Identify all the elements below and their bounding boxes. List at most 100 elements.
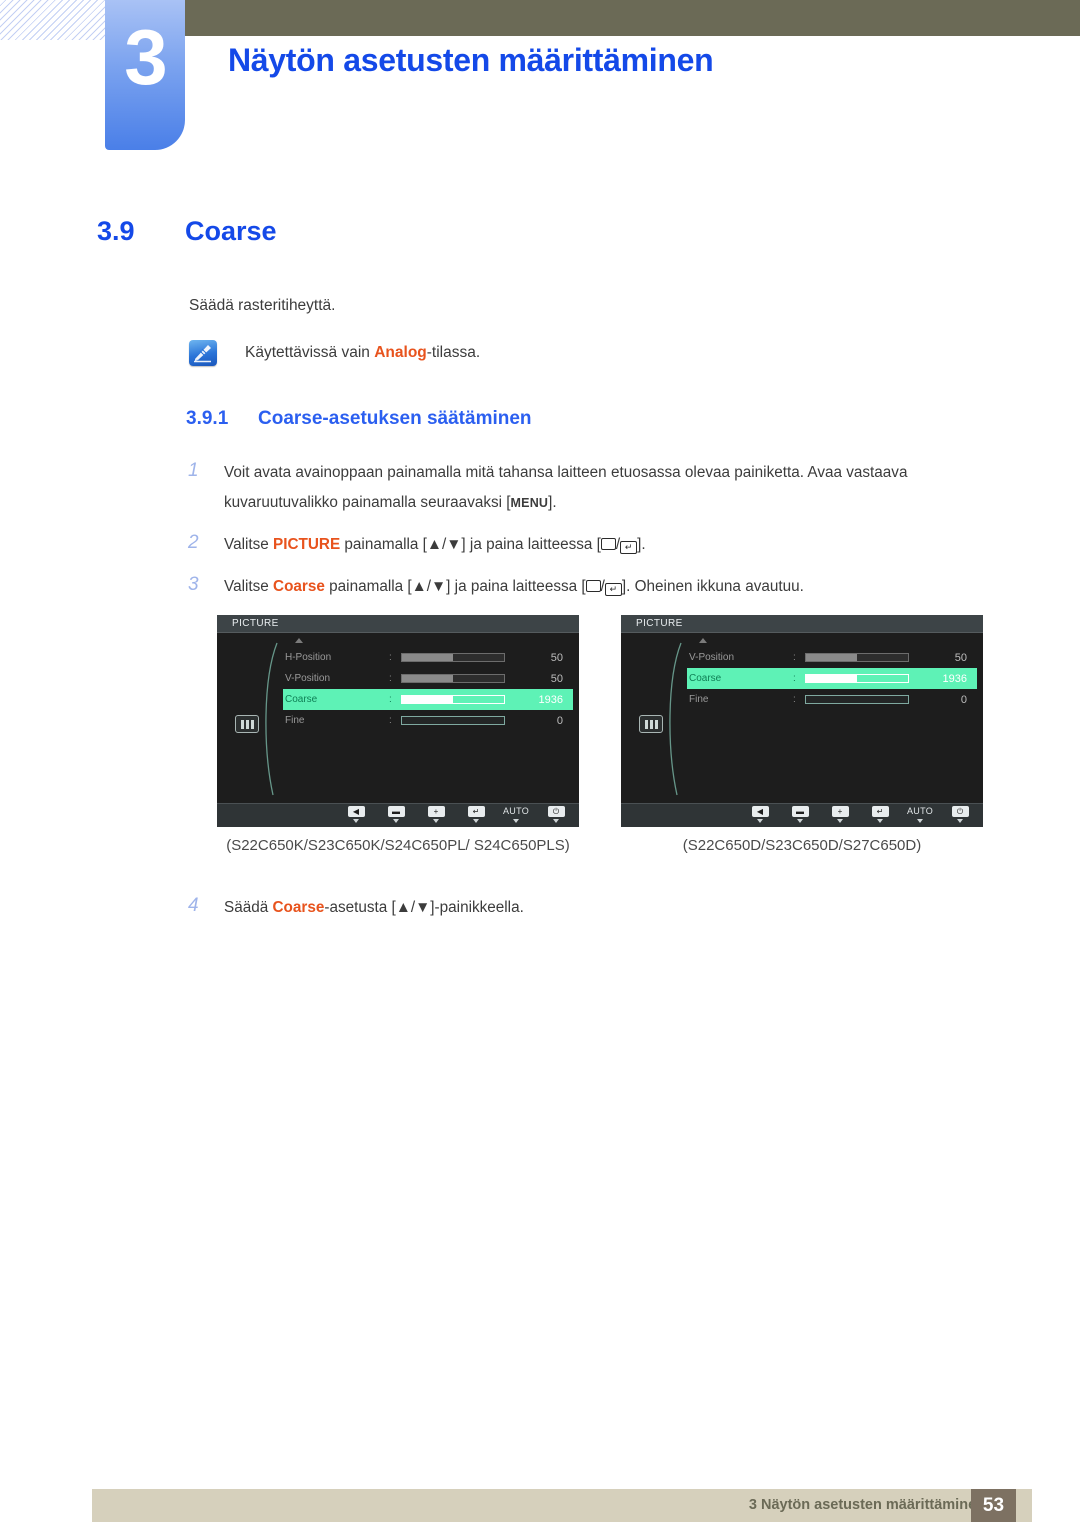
- osd-button-caret-icon: [473, 819, 479, 823]
- osd-rows-left: H-Position: 50 V-Position: 50 Coarse: 1936 Fin…: [283, 647, 573, 731]
- auto-button-icon: AUTO: [502, 806, 530, 816]
- osd-menu-item[interactable]: Coarse: 1936: [283, 689, 573, 710]
- osd-button-caret-icon: [433, 819, 439, 823]
- osd-auto-button[interactable]: AUTO: [503, 806, 529, 823]
- step-text-part4: ]. Oheinen ikkuna avautuu.: [621, 578, 804, 595]
- osd-button-bar-left: ◀ ▬ + ↵ AUTO ⏻: [217, 803, 579, 827]
- osd-panel-right: PICTURE V-Position: 50 Coarse: 1936 Fine: 0 ◀…: [621, 615, 983, 827]
- osd-slider[interactable]: [805, 674, 909, 683]
- osd-menu-item[interactable]: V-Position: 50: [283, 668, 573, 689]
- osd-auto-button[interactable]: AUTO: [907, 806, 933, 823]
- osd-title: PICTURE: [217, 615, 579, 633]
- step-text-part2: ].: [548, 494, 557, 511]
- step-highlight: Coarse: [273, 578, 325, 595]
- chapter-number: 3: [124, 13, 167, 101]
- subsection-title: Coarse-asetuksen säätäminen: [258, 408, 532, 429]
- osd-plus-button[interactable]: +: [423, 806, 449, 823]
- osd-item-colon: :: [793, 673, 796, 684]
- step-text-part1: Valitse: [224, 578, 274, 595]
- chapter-badge: 3: [105, 0, 185, 150]
- osd-menu-item[interactable]: Coarse: 1936: [687, 668, 977, 689]
- osd-item-colon: :: [389, 715, 392, 726]
- step-text-part2: -asetusta [▲/▼]-painikkeella.: [324, 899, 524, 916]
- osd-item-value: 0: [556, 714, 563, 727]
- osd-back-button[interactable]: ◀: [343, 806, 369, 823]
- picture-bars-icon: [235, 715, 259, 733]
- osd-menu-item[interactable]: Fine: 0: [283, 710, 573, 731]
- section-intro-text: Säädä rasteritiheyttä.: [189, 297, 336, 314]
- step-highlight: PICTURE: [273, 536, 341, 553]
- steps-list: 1 Voit avata avainoppaan painamalla mitä…: [188, 458, 1008, 614]
- osd-enter-button[interactable]: ↵: [463, 806, 489, 823]
- scroll-up-caret-icon: [699, 638, 707, 643]
- osd-caption-right: (S22C650D/S23C650D/S27C650D): [682, 837, 922, 854]
- osd-button-caret-icon: [553, 819, 559, 823]
- osd-item-value: 50: [954, 651, 967, 664]
- back-button-icon: ◀: [751, 806, 769, 817]
- osd-power-button[interactable]: ⏻: [543, 806, 569, 823]
- osd-button-caret-icon: [837, 819, 843, 823]
- step-number: 2: [188, 532, 199, 553]
- enter-button-icon: ↵: [467, 806, 485, 817]
- page-title: Näytön asetusten määrittäminen: [228, 42, 714, 78]
- minus-button-icon: ▬: [791, 806, 809, 817]
- step-text-part2: painamalla [▲/▼] ja paina laitteessa [: [324, 578, 586, 595]
- footer-chapter-label: 3 Näytön asetusten määrittäminen: [748, 1497, 985, 1513]
- osd-button-caret-icon: [957, 819, 963, 823]
- osd-caption-left: (S22C650K/S23C650K/S24C650PL/ S24C650PLS…: [226, 837, 570, 854]
- osd-item-value: 50: [550, 672, 563, 685]
- power-button-icon: ⏻: [547, 806, 565, 817]
- step-text-part1: Valitse: [224, 536, 274, 553]
- osd-enter-button[interactable]: ↵: [867, 806, 893, 823]
- power-button-icon: ⏻: [951, 806, 969, 817]
- osd-item-colon: :: [793, 652, 796, 663]
- enter-key-icon: ↵: [620, 541, 638, 554]
- subsection-heading: 3.9.1 Coarse-asetuksen säätäminen: [186, 408, 532, 430]
- osd-slider[interactable]: [401, 653, 505, 662]
- step-text-part1: Säädä: [224, 899, 273, 916]
- osd-slider-fill: [806, 654, 857, 661]
- step-text: Valitse PICTURE painamalla [▲/▼] ja pain…: [224, 530, 646, 560]
- header-olive-bar: [183, 0, 1080, 36]
- osd-slider[interactable]: [401, 695, 505, 704]
- picture-bars-icon: [639, 715, 663, 733]
- osd-slider[interactable]: [805, 653, 909, 662]
- plus-button-icon: +: [427, 806, 445, 817]
- osd-item-label: V-Position: [285, 673, 331, 684]
- note-text: Käytettävissä vain Analog-tilassa.: [245, 344, 480, 362]
- osd-slider[interactable]: [401, 716, 505, 725]
- osd-panel-left: PICTURE H-Position: 50 V-Position: 50 Coarse…: [217, 615, 579, 827]
- page-number: 53: [971, 1489, 1016, 1522]
- step-text-part1: Voit avata avainoppaan painamalla mitä t…: [224, 464, 908, 511]
- osd-plus-button[interactable]: +: [827, 806, 853, 823]
- osd-item-value: 1936: [538, 693, 563, 706]
- step-text: Valitse Coarse painamalla [▲/▼] ja paina…: [224, 572, 804, 602]
- osd-minus-button[interactable]: ▬: [787, 806, 813, 823]
- osd-button-caret-icon: [757, 819, 763, 823]
- osd-item-value: 0: [960, 693, 967, 706]
- note-text-before: Käytettävissä vain: [245, 344, 375, 361]
- osd-back-button[interactable]: ◀: [747, 806, 773, 823]
- osd-item-label: H-Position: [285, 652, 332, 663]
- step-number: 3: [188, 574, 199, 595]
- osd-menu-item[interactable]: H-Position: 50: [283, 647, 573, 668]
- auto-button-icon: AUTO: [906, 806, 934, 816]
- plus-button-icon: +: [831, 806, 849, 817]
- step-text: Säädä Coarse-asetusta [▲/▼]-painikkeella…: [224, 893, 524, 923]
- osd-item-value: 1936: [942, 672, 967, 685]
- osd-power-button[interactable]: ⏻: [947, 806, 973, 823]
- osd-slider[interactable]: [401, 674, 505, 683]
- osd-item-colon: :: [389, 673, 392, 684]
- osd-item-colon: :: [389, 694, 392, 705]
- osd-minus-button[interactable]: ▬: [383, 806, 409, 823]
- step-text-part2: painamalla [▲/▼] ja paina laitteessa [: [340, 536, 601, 553]
- osd-button-caret-icon: [877, 819, 883, 823]
- osd-item-value: 50: [550, 651, 563, 664]
- osd-menu-item[interactable]: Fine: 0: [687, 689, 977, 710]
- osd-body: H-Position: 50 V-Position: 50 Coarse: 1936 Fin…: [217, 633, 579, 803]
- osd-slider[interactable]: [805, 695, 909, 704]
- osd-slider-fill: [402, 696, 453, 703]
- osd-button-caret-icon: [917, 819, 923, 823]
- osd-item-label: Coarse: [285, 694, 318, 705]
- osd-menu-item[interactable]: V-Position: 50: [687, 647, 977, 668]
